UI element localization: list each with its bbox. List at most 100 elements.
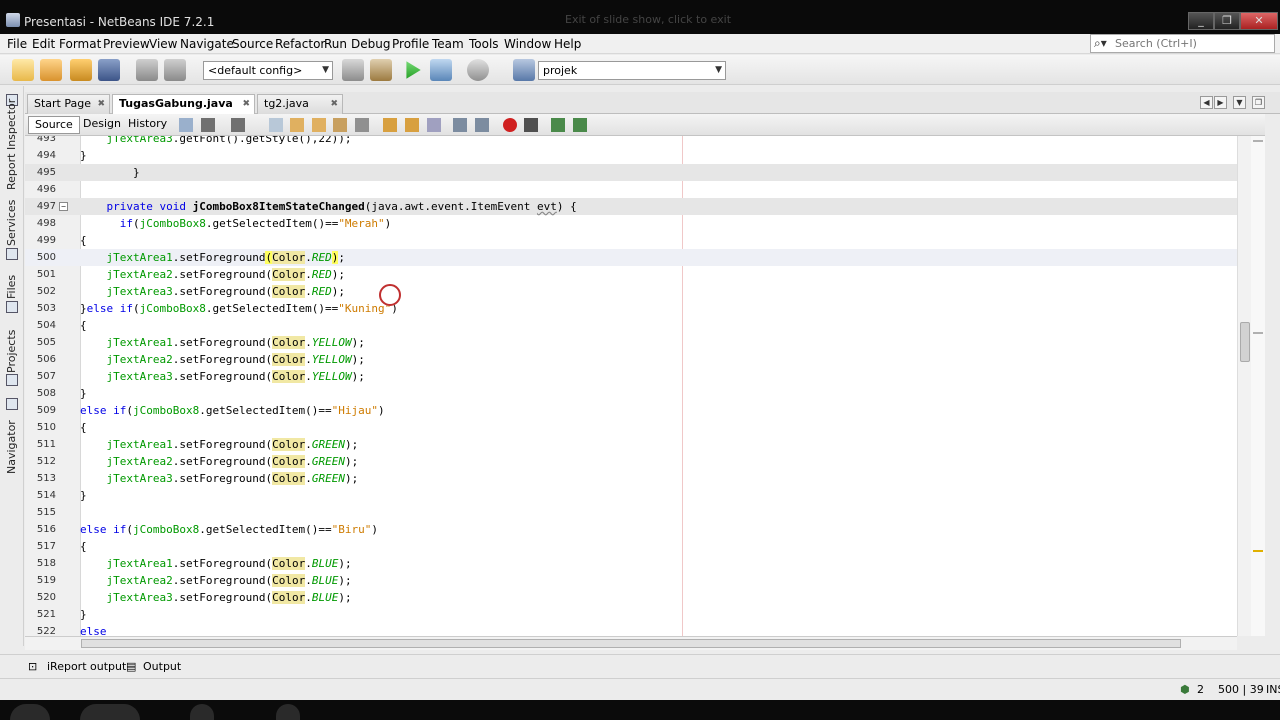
find-next-icon[interactable] [312,118,326,132]
source-view-button[interactable]: Source [28,116,80,134]
sidebar-item-projects[interactable]: Projects [5,318,18,373]
scroll-tabs-right-icon[interactable]: ▶ [1214,96,1227,109]
run-icon[interactable] [406,61,421,79]
warning-mark[interactable] [1253,550,1263,552]
last-edit-icon[interactable] [179,118,193,132]
build-hammer-icon[interactable] [342,59,364,81]
scroll-tabs-left-icon[interactable]: ◀ [1200,96,1213,109]
design-view-button[interactable]: Design [77,116,127,134]
clean-build-icon[interactable] [370,59,392,81]
horizontal-scrollbar[interactable] [25,636,1237,650]
taskbar-app[interactable] [276,704,300,720]
config-select[interactable]: <default config> ▼ [203,61,333,80]
menu-debug[interactable]: Debug [351,37,390,51]
tab-start-page[interactable]: Start Page ✖ [27,94,110,114]
stop-macro-icon[interactable] [524,118,538,132]
navigator-icon[interactable] [6,398,18,410]
menu-run[interactable]: Run [324,37,347,51]
rectangular-selection-icon[interactable] [355,118,369,132]
sidebar-item-report-inspector[interactable]: Report Inspector [5,99,18,190]
code-line: 511 jTextArea1.setForeground(Color.GREEN… [36,438,359,451]
start-button[interactable] [10,704,50,720]
menu-preview[interactable]: Preview [103,37,150,51]
menu-format[interactable]: Format [59,37,101,51]
close-icon[interactable]: ✖ [97,95,105,113]
code-line: 519 jTextArea2.setForeground(Color.BLUE)… [36,574,352,587]
menu-file[interactable]: File [7,37,27,51]
annotation-mark[interactable] [1253,140,1263,142]
redo-icon[interactable] [164,59,186,81]
annotation-mark[interactable] [1253,332,1263,334]
menu-view[interactable]: View [149,37,177,51]
code-line: 509 else if(jComboBox8.getSelectedItem()=… [36,404,385,417]
window-title: Presentasi - NetBeans IDE 7.2.1 [24,15,215,29]
code-editor[interactable]: 493 jTextArea3.getFont().getStyle(),22))… [25,136,1237,636]
sidebar-item-navigator[interactable]: Navigator [5,414,18,474]
next-bookmark-icon[interactable] [405,118,419,132]
code-line: 503}else if(jComboBox8.getSelectedItem()… [36,302,398,315]
vertical-scrollbar[interactable] [1237,136,1251,636]
open-project-icon[interactable] [70,59,92,81]
find-previous-icon[interactable] [290,118,304,132]
menu-help[interactable]: Help [554,37,581,51]
notifications-icon[interactable]: ⬢ [1180,683,1190,696]
services-icon[interactable] [6,248,18,260]
code-line: 499{ [36,234,87,247]
new-project-icon[interactable] [40,59,62,81]
close-icon[interactable]: ✖ [330,95,338,113]
files-icon[interactable] [6,301,18,313]
code-line: 500 jTextArea1.setForeground(Color.RED); [25,249,1237,266]
vertical-scroll-thumb[interactable] [1240,322,1250,362]
tab-tg2-java[interactable]: tg2.java ✖ [257,94,343,114]
code-line: 497− private void jComboBox8ItemStateCha… [25,198,1237,215]
right-sidebar [1265,114,1280,644]
comment-icon[interactable] [551,118,565,132]
close-icon[interactable]: ✖ [242,95,250,113]
menu-edit[interactable]: Edit [32,37,55,51]
sidebar-item-services[interactable]: Services [5,200,18,246]
menu-team[interactable]: Team [432,37,464,51]
toggle-bookmark-icon[interactable] [427,118,441,132]
close-button[interactable]: ✕ [1240,12,1278,30]
maximize-button[interactable]: ❐ [1214,12,1240,30]
tab-ireport-output[interactable]: iReport output [47,660,126,673]
menu-profile[interactable]: Profile [392,37,429,51]
shift-right-icon[interactable] [475,118,489,132]
menu-source[interactable]: Source [232,37,273,51]
tab-output[interactable]: Output [143,660,181,673]
back-icon[interactable] [201,118,215,132]
save-all-icon[interactable] [98,59,120,81]
insert-mode[interactable]: INS [1266,683,1280,696]
shift-left-icon[interactable] [453,118,467,132]
find-selection-icon[interactable] [269,118,283,132]
toggle-highlight-icon[interactable] [333,118,347,132]
new-file-icon[interactable] [12,59,34,81]
horizontal-scroll-thumb[interactable] [81,639,1181,648]
projects-icon[interactable] [6,374,18,386]
taskbar-app[interactable] [80,704,140,720]
profile-icon[interactable] [467,59,489,81]
tab-list-icon[interactable]: ▼ [1233,96,1246,109]
debug-icon[interactable] [430,59,452,81]
fold-collapse-icon[interactable]: − [59,202,68,211]
history-view-button[interactable]: History [122,116,173,134]
restore-window-icon[interactable]: ❐ [1252,96,1265,109]
uncomment-icon[interactable] [573,118,587,132]
taskbar-app[interactable] [190,704,214,720]
menu-navigate[interactable]: Navigate [180,37,234,51]
quick-search[interactable]: ⌕▾ [1090,34,1275,53]
search-input[interactable] [1115,36,1270,51]
menu-tools[interactable]: Tools [469,37,499,51]
menu-window[interactable]: Window [504,37,551,51]
tab-tugasgabung-java[interactable]: TugasGabung.java ✖ [112,94,255,114]
previous-bookmark-icon[interactable] [383,118,397,132]
sidebar-item-files[interactable]: Files [5,269,18,299]
project-select[interactable]: projek ▼ [538,61,726,80]
notification-count[interactable]: 2 [1197,683,1204,696]
start-macro-icon[interactable] [503,118,517,132]
undo-icon[interactable] [136,59,158,81]
minimize-button[interactable]: _ [1188,12,1214,30]
menu-refactor[interactable]: Refactor [275,37,325,51]
forward-icon[interactable] [231,118,245,132]
editor-tab-bar: Start Page ✖ TugasGabung.java ✖ tg2.java… [25,92,1280,114]
